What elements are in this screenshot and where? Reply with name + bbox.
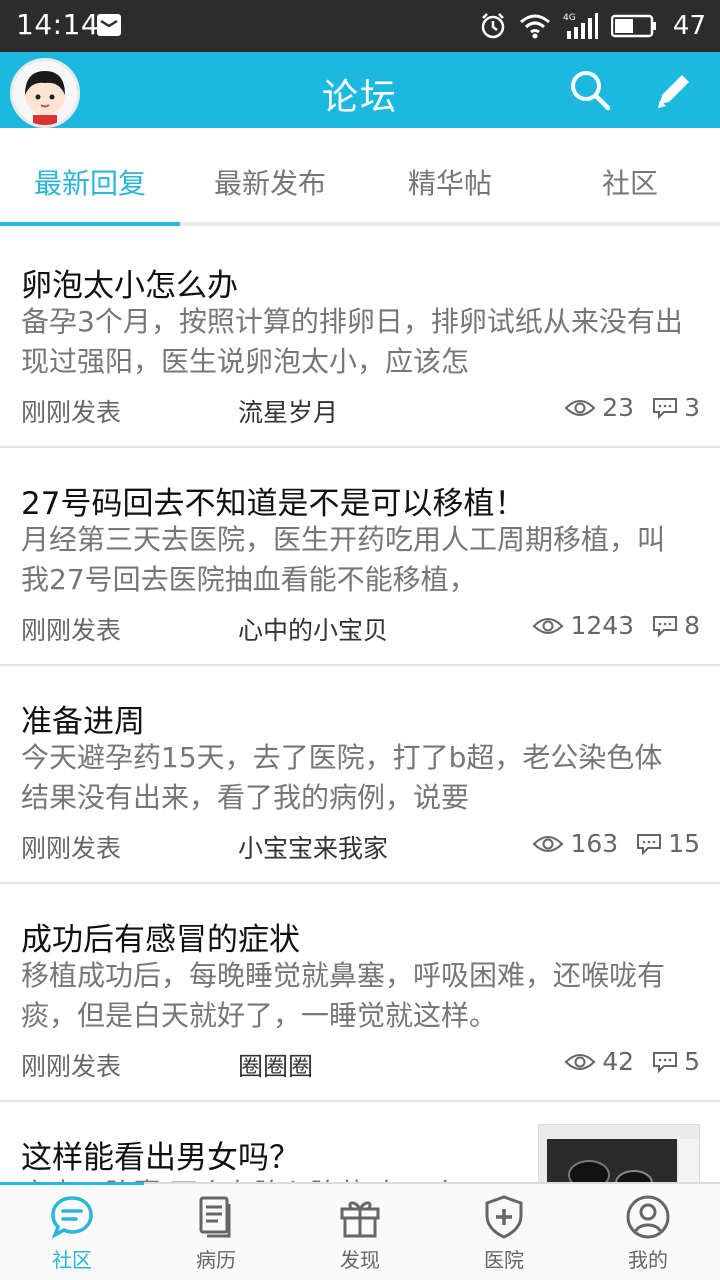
eye-icon [533,617,564,634]
eye-icon [564,1053,596,1070]
post-thumbnail[interactable] [538,1124,700,1182]
ultrasound-image [539,1125,699,1182]
nav-item-me[interactable]: 我的 [576,1184,720,1280]
post-stats: 1243 8 [532,611,700,640]
page-title: 论坛 [321,77,398,118]
post-excerpt: 今天避孕药15天，去了医院，打了b超，老公染色体结果没有出来，看了我的病例，说要 [21,741,663,814]
view-count: 23 [602,393,635,422]
post-title: 准备进周 [21,704,145,740]
shield-plus-icon [485,1195,523,1239]
app-header: 论坛 [0,52,720,128]
nav-item-records[interactable]: 病历 [144,1184,288,1280]
list-item[interactable]: 准备进周 今天避孕药15天，去了医院，打了b超，老公染色体结果没有出来，看了我的… [0,666,720,884]
nav-active-indicator [0,1182,144,1185]
tab-bar: 最新回复 最新发布 精华帖 社区 [0,128,720,226]
nav-label: 医院 [484,1248,524,1272]
nav-label: 我的 [628,1248,668,1272]
post-author[interactable]: 流星岁月 [238,393,338,429]
bottom-nav: 社区 病历 发现 医院 我的 [0,1182,720,1280]
post-title: 27号码回去不知道是不是可以移植！ [21,486,526,522]
signal-4g-icon: 4G [563,13,598,39]
nav-item-discover[interactable]: 发现 [288,1184,432,1280]
alarm-icon [481,13,505,39]
comment-count: 15 [668,829,700,858]
view-count: 1243 [570,611,635,640]
view-count: 163 [570,829,619,858]
svg-text:4G: 4G [563,13,576,23]
post-title: 成功后有感冒的症状 [21,922,300,958]
list-item[interactable]: 成功后有感冒的症状 移植成功后，每晚睡觉就鼻塞，呼吸困难，还喉咙有痰，但是白天就… [0,884,720,1102]
status-time: 14:14 [16,8,100,41]
tab-community[interactable]: 社区 [540,128,720,222]
post-author[interactable]: 圈圈圈 [238,1047,313,1083]
search-icon[interactable] [568,68,612,112]
nav-item-hospital[interactable]: 医院 [432,1184,576,1280]
post-stats: 163 15 [532,829,700,858]
document-icon [199,1196,231,1238]
post-stats: 42 5 [564,1047,700,1076]
status-bar: 14:14 4G 47 [0,0,720,52]
post-stats: 23 3 [564,393,700,422]
post-excerpt: 月经第三天去医院，医生开药吃用人工周期移植，叫我27号回去医院抽血看能不能移植， [21,523,666,596]
nav-label: 病历 [196,1248,236,1272]
nav-label: 发现 [340,1248,380,1272]
list-item[interactable]: 27号码回去不知道是不是可以移植！ 月经第三天去医院，医生开药吃用人工周期移植，… [0,448,720,666]
comment-count: 5 [684,1047,700,1076]
gift-icon [340,1201,380,1238]
post-time: 刚刚发表 [21,616,122,645]
tab-latest-reply[interactable]: 最新回复 [0,128,180,226]
nav-item-community[interactable]: 社区 [0,1184,144,1280]
post-excerpt: 备孕3个月，按照计算的排卵日，排卵试纸从来没有出现过强阳，医生说卵泡太小，应该怎 [21,305,683,378]
post-author[interactable]: 小宝宝来我家 [238,829,388,865]
view-count: 42 [602,1047,635,1076]
tab-latest-posts[interactable]: 最新发布 [180,128,360,222]
comment-icon [653,615,678,637]
post-list: 卵泡太小怎么办 备孕3个月，按照计算的排卵日，排卵试纸从来没有出现过强阳，医生说… [0,230,720,1182]
battery-icon [610,14,656,38]
post-time: 刚刚发表 [21,1052,122,1081]
wifi-icon [519,14,550,39]
status-icons: 4G 47 [479,6,706,46]
comment-count: 8 [684,611,700,640]
post-excerpt: 宫内三胎囊 两个有胎心胎芽 有一个 [21,1174,511,1182]
comment-icon [653,397,678,419]
nav-label: 社区 [52,1248,92,1272]
list-item[interactable]: 卵泡太小怎么办 备孕3个月，按照计算的排卵日，排卵试纸从来没有出现过强阳，医生说… [0,230,720,448]
list-item[interactable]: 这样能看出男女吗？ 宫内三胎囊 两个有胎心胎芽 有一个 [0,1102,720,1182]
mail-icon [97,14,121,36]
post-title: 卵泡太小怎么办 [21,268,238,304]
user-circle-icon [626,1195,670,1239]
edit-pencil-icon[interactable] [652,68,696,112]
post-time: 刚刚发表 [21,398,122,427]
eye-icon [564,399,596,416]
post-title: 这样能看出男女吗？ [21,1140,300,1176]
chat-bubble-icon [51,1196,93,1239]
post-time: 刚刚发表 [21,834,122,863]
post-author[interactable]: 心中的小宝贝 [238,611,388,647]
comment-icon [653,1051,678,1073]
comment-count: 3 [684,393,700,422]
tab-featured[interactable]: 精华帖 [360,128,540,222]
post-excerpt: 移植成功后，每晚睡觉就鼻塞，呼吸困难，还喉咙有痰，但是白天就好了，一睡觉就这样。 [21,959,666,1032]
eye-icon [533,835,564,852]
comment-icon [637,833,662,855]
battery-level: 47 [672,11,706,41]
